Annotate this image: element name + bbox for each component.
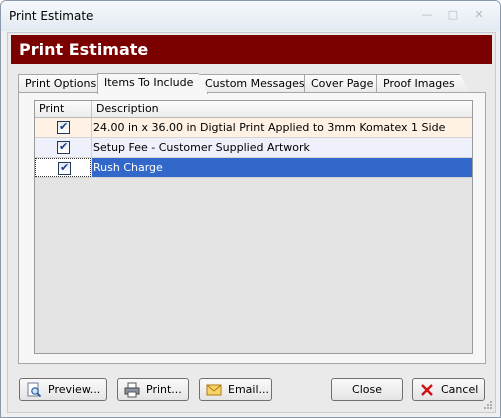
dialog-body: Print Estimate Print Options Items To In…	[7, 32, 496, 413]
tab-label: Print Options	[25, 77, 97, 90]
description-cell: 24.00 in x 36.00 in Digtial Print Applie…	[93, 121, 446, 134]
button-label: Cancel	[441, 383, 479, 396]
table-row[interactable]: ✔ Setup Fee - Customer Supplied Artwork	[35, 138, 472, 158]
tab-items-to-include[interactable]: Items To Include	[97, 73, 208, 94]
checkmark-icon: ✔	[60, 161, 70, 174]
cancel-x-icon	[421, 384, 433, 396]
checkmark-icon: ✔	[59, 140, 69, 153]
print-cell: ✔	[35, 158, 91, 177]
minimize-button[interactable]: —	[414, 7, 440, 24]
table-row-selected[interactable]: ✔ Rush Charge	[35, 158, 472, 178]
title-bar[interactable]: Print Estimate — □ ✕	[1, 1, 500, 31]
print-cell: ✔	[35, 138, 92, 157]
tab-cover-page[interactable]: Cover Page	[304, 74, 388, 93]
grid-header: Print Description	[35, 101, 472, 118]
tab-label: Cover Page	[311, 77, 374, 90]
email-button[interactable]: Email...	[199, 378, 272, 401]
header-title: Print Estimate	[19, 40, 149, 59]
button-label: Close	[352, 383, 382, 396]
print-estimate-window: Print Estimate — □ ✕ Print Estimate Prin…	[0, 0, 501, 418]
close-window-button[interactable]: ✕	[466, 7, 492, 24]
tab-label: Proof Images	[383, 77, 455, 90]
items-tab-panel: Print Description ✔ 24.00 in x 36.00 in …	[18, 92, 486, 364]
tab-label: Custom Messages	[205, 77, 305, 90]
button-label: Print...	[146, 383, 182, 396]
preview-button[interactable]: Preview...	[19, 378, 107, 401]
resize-grip-icon[interactable]	[483, 400, 493, 410]
header-banner: Print Estimate	[11, 35, 492, 64]
preview-icon	[27, 382, 42, 398]
button-label: Email...	[228, 383, 270, 396]
description-cell: Setup Fee - Customer Supplied Artwork	[93, 141, 310, 154]
envelope-icon	[206, 384, 222, 396]
table-row[interactable]: ✔ 24.00 in x 36.00 in Digtial Print Appl…	[35, 118, 472, 138]
printer-icon	[124, 382, 140, 398]
cancel-button[interactable]: Cancel	[412, 378, 485, 401]
print-checkbox[interactable]: ✔	[57, 120, 70, 134]
items-grid[interactable]: Print Description ✔ 24.00 in x 36.00 in …	[34, 100, 473, 354]
print-checkbox[interactable]: ✔	[58, 161, 71, 175]
print-button[interactable]: Print...	[117, 378, 189, 401]
maximize-button[interactable]: □	[440, 7, 466, 24]
description-cell: Rush Charge	[93, 161, 163, 174]
print-checkbox[interactable]: ✔	[57, 140, 70, 154]
print-cell: ✔	[35, 118, 92, 137]
tab-label: Items To Include	[104, 76, 194, 89]
tab-custom-messages[interactable]: Custom Messages	[198, 74, 320, 93]
checkmark-icon: ✔	[59, 120, 69, 133]
column-header-print[interactable]: Print	[35, 101, 92, 117]
column-header-description[interactable]: Description	[92, 101, 466, 117]
button-label: Preview...	[48, 383, 101, 396]
window-title: Print Estimate	[9, 9, 94, 23]
tab-proof-images[interactable]: Proof Images	[376, 74, 470, 93]
close-button[interactable]: Close	[331, 378, 403, 401]
